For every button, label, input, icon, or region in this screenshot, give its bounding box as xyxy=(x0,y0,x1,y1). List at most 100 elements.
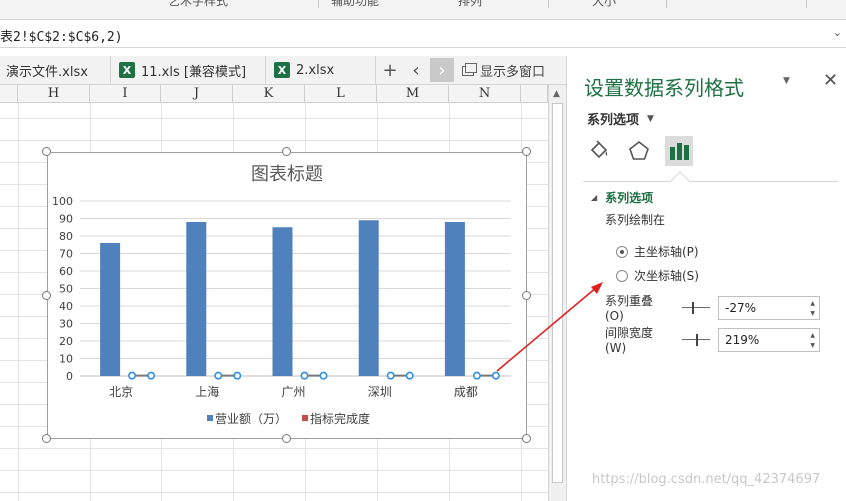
scroll-thumb[interactable] xyxy=(552,103,563,483)
chevron-right-icon[interactable]: › xyxy=(430,58,454,82)
series-options-section[interactable]: ◢ 系列选项 xyxy=(591,189,653,206)
column-header[interactable]: J xyxy=(161,85,233,103)
y-tick-label: 90 xyxy=(59,213,73,226)
spin-down-icon[interactable]: ▼ xyxy=(810,342,815,349)
selection-handle[interactable] xyxy=(147,371,156,380)
panel-title: 设置数据系列格式 xyxy=(584,76,744,100)
column-header[interactable]: N xyxy=(449,85,521,103)
column-header[interactable]: M xyxy=(377,85,449,103)
selection-handle[interactable] xyxy=(128,371,137,380)
multi-window-label: 显示多窗口 xyxy=(480,65,546,80)
y-tick-label: 100 xyxy=(52,195,73,208)
gap-width-label: 间隙宽度(W) xyxy=(605,326,654,355)
column-header[interactable]: H xyxy=(18,85,90,103)
tab-11-xls[interactable]: X 11.xls [兼容模式] xyxy=(111,56,266,84)
secondary-axis-radio[interactable] xyxy=(616,269,628,282)
series-overlap-slider[interactable] xyxy=(682,301,710,314)
selection-handle[interactable] xyxy=(319,371,328,380)
x-tick-label: 广州 xyxy=(281,385,305,399)
secondary-axis-label[interactable]: 次坐标轴(S) xyxy=(634,267,699,284)
resize-handle[interactable] xyxy=(282,434,291,443)
series-overlap-value[interactable]: -27% xyxy=(725,301,756,315)
x-tick-label: 成都 xyxy=(454,385,478,399)
panel-divider xyxy=(583,181,838,182)
bar-上海[interactable] xyxy=(186,222,207,376)
column-header[interactable]: L xyxy=(305,85,377,103)
series-overlap-input[interactable]: -27% ▲ ▼ xyxy=(718,295,820,320)
vertical-scrollbar[interactable]: ▲ xyxy=(548,85,566,501)
column-header[interactable] xyxy=(521,85,548,103)
ribbon-item-size[interactable]: 大小 xyxy=(592,0,616,9)
tab-2-xlsx[interactable]: X 2.xlsx xyxy=(266,56,376,84)
plus-icon[interactable]: + xyxy=(378,58,402,82)
selection-handle[interactable] xyxy=(405,371,414,380)
gap-width-value[interactable]: 219% xyxy=(725,333,759,347)
y-tick-label: 50 xyxy=(59,283,73,296)
chevron-left-icon[interactable]: ‹ xyxy=(404,58,428,82)
ribbon-item-arrange[interactable]: 排列 xyxy=(458,0,482,9)
ribbon-item-accessibility[interactable]: 辅助功能 xyxy=(331,0,379,9)
scroll-up-icon[interactable]: ▲ xyxy=(553,89,560,99)
selection-handle[interactable] xyxy=(386,371,395,380)
resize-handle[interactable] xyxy=(42,434,51,443)
plot-series-on-label: 系列绘制在 xyxy=(605,213,666,227)
bar-深圳[interactable] xyxy=(358,220,379,376)
x-tick-label: 上海 xyxy=(195,384,219,399)
primary-axis-label[interactable]: 主坐标轴(P) xyxy=(634,243,699,260)
resize-handle[interactable] xyxy=(282,147,291,156)
y-tick-label: 60 xyxy=(59,265,73,278)
legend-label-completion[interactable]: 指标完成度 xyxy=(310,411,370,426)
close-icon[interactable]: ✕ xyxy=(823,70,838,91)
x-tick-label: 北京 xyxy=(109,385,133,399)
tab-label: 演示文件.xlsx xyxy=(6,64,88,80)
column-header[interactable]: I xyxy=(90,85,161,103)
spin-up-icon[interactable]: ▲ xyxy=(810,332,815,339)
bar-广州[interactable] xyxy=(272,227,293,376)
series-options-dropdown[interactable]: 系列选项 ▼ xyxy=(587,109,654,128)
resize-handle[interactable] xyxy=(42,291,51,300)
ribbon-separator xyxy=(806,0,807,8)
selection-handle[interactable] xyxy=(491,371,500,380)
resize-handle[interactable] xyxy=(522,291,531,300)
fill-bucket-icon[interactable] xyxy=(585,136,613,166)
legend-swatch-completion xyxy=(302,415,308,421)
spin-down-icon[interactable]: ▼ xyxy=(810,310,815,317)
formula-bar[interactable]: 表2!$C$2:$C$6,2) ⌄ xyxy=(0,20,846,48)
resize-handle[interactable] xyxy=(522,147,531,156)
primary-axis-radio[interactable] xyxy=(616,245,628,258)
pentagon-icon[interactable] xyxy=(625,136,653,166)
primary-axis-option[interactable]: 主坐标轴(P) xyxy=(616,243,699,260)
gap-width-slider[interactable] xyxy=(682,333,710,346)
chart-title[interactable]: 图表标题 xyxy=(251,164,323,185)
chevron-down-icon[interactable]: ⌄ xyxy=(833,26,842,39)
selection-handle[interactable] xyxy=(214,371,223,380)
formula-text[interactable]: 表2!$C$2:$C$6,2) xyxy=(0,26,123,45)
secondary-axis-option[interactable]: 次坐标轴(S) xyxy=(616,267,699,284)
x-axis-ticks: 北京 上海 广州 深圳 成都 xyxy=(109,384,478,399)
spin-up-icon[interactable]: ▲ xyxy=(810,300,815,307)
y-tick-label: 20 xyxy=(59,335,73,348)
column-header-row: H I J K L M N xyxy=(0,85,548,103)
ribbon-item-wordart[interactable]: 艺术字样式 xyxy=(168,0,228,9)
resize-handle[interactable] xyxy=(522,434,531,443)
collapse-triangle-icon[interactable]: ◢ xyxy=(591,193,597,202)
bar-chart[interactable]: 图表标题 1009080706050403020100 北京 上海 广州 深圳 成都 营… xyxy=(48,153,526,438)
resize-handle[interactable] xyxy=(42,147,51,156)
selection-handle[interactable] xyxy=(300,371,309,380)
ribbon-strip: 艺术字样式 辅助功能 排列 大小 xyxy=(0,0,846,20)
bar-成都[interactable] xyxy=(444,222,465,376)
bar-chart-icon[interactable] xyxy=(665,136,693,166)
selection-handle[interactable] xyxy=(233,371,242,380)
selection-handle[interactable] xyxy=(472,371,481,380)
bar-北京[interactable] xyxy=(100,243,121,376)
y-tick-label: 0 xyxy=(66,370,73,383)
section-label: 系列选项 xyxy=(605,191,654,205)
chart-container[interactable]: 图表标题 100 90 80 70 60 50 40 30 20 10 0 北京 上海 广州 深圳 成都 营… xyxy=(47,152,527,439)
tab-demo-file[interactable]: 演示文件.xlsx xyxy=(0,56,111,84)
gap-width-input[interactable]: 219% ▲ ▼ xyxy=(718,327,820,352)
multi-window-button[interactable]: 显示多窗口 xyxy=(462,61,545,80)
column-header[interactable]: K xyxy=(233,85,305,103)
legend-label-sales[interactable]: 营业额（万） xyxy=(215,412,287,426)
panel-menu-icon[interactable]: ▼ xyxy=(783,76,790,86)
y-tick-label: 30 xyxy=(59,318,73,331)
